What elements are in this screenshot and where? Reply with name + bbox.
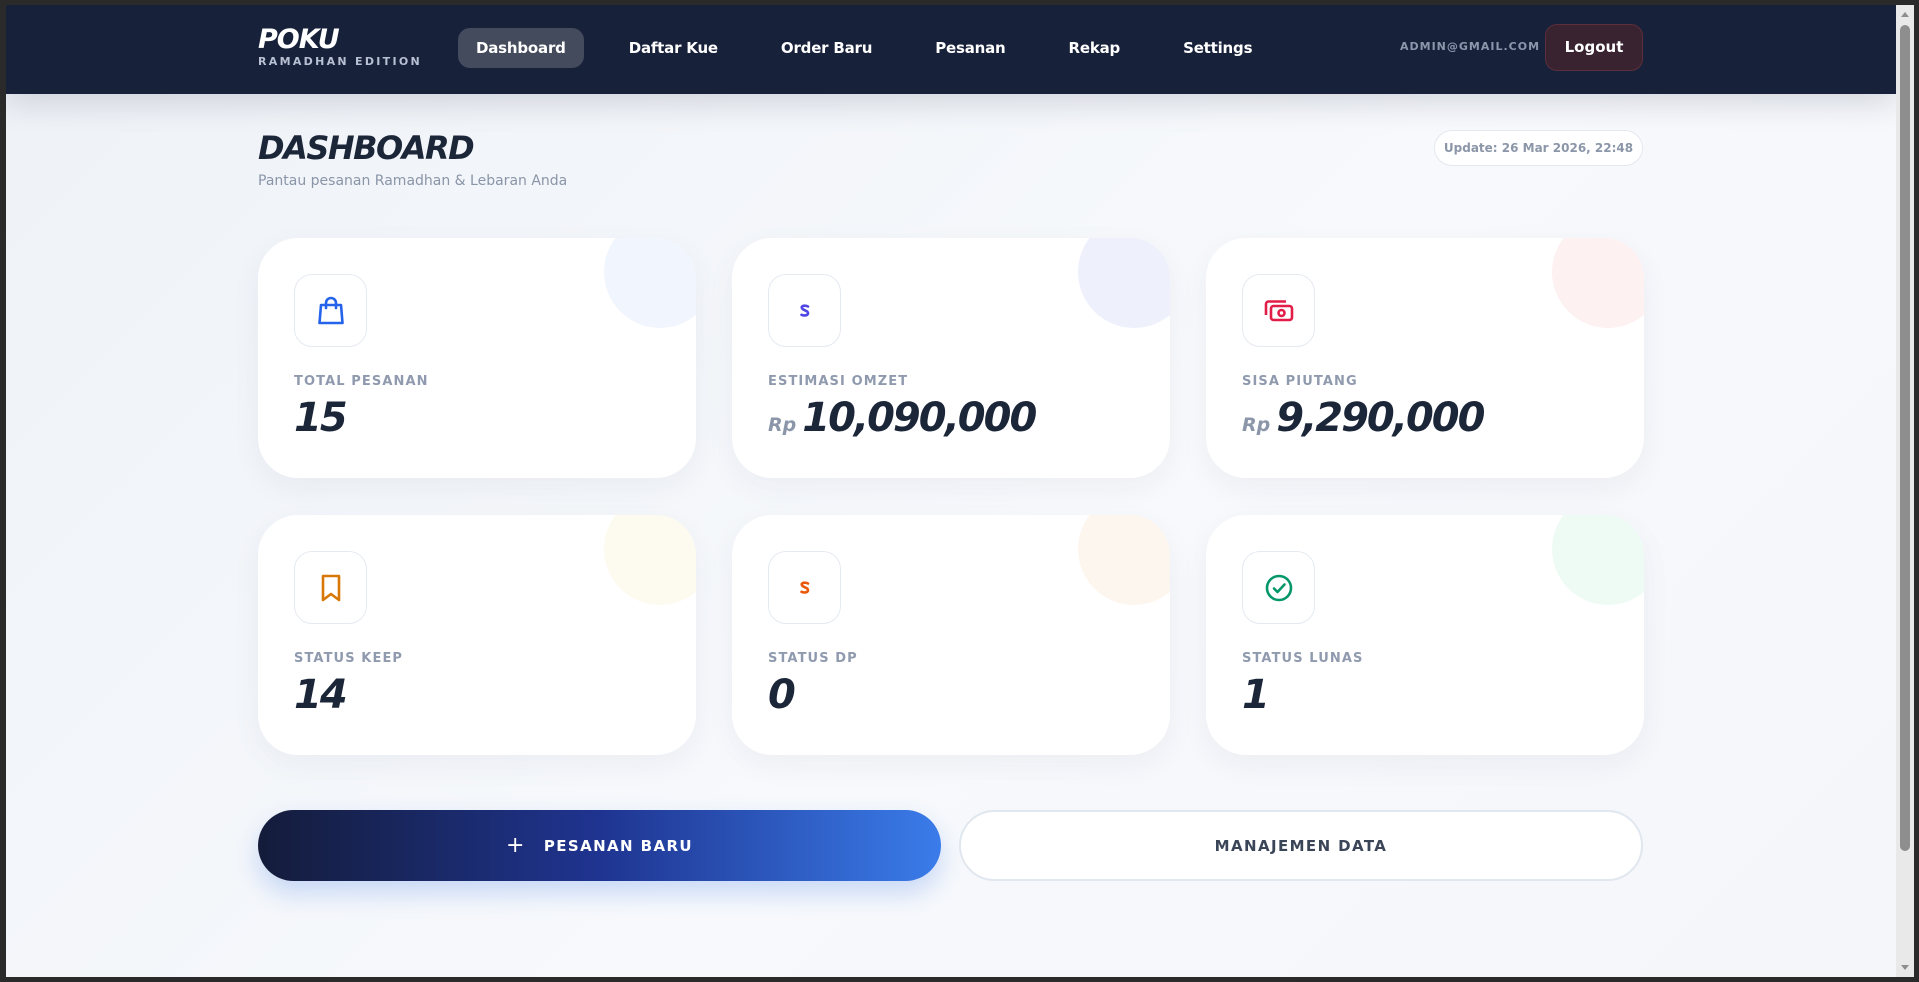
card-decor-circle [1078, 238, 1170, 328]
nav-item-daftar-kue[interactable]: Daftar Kue [611, 28, 736, 68]
card-value: 14 [294, 672, 348, 718]
card-icon-box [294, 274, 367, 347]
nav-item-dashboard[interactable]: Dashboard [458, 28, 584, 68]
stat-card-status-dp: STATUS DP 0 [732, 515, 1170, 755]
card-value-number: 14 [294, 672, 348, 718]
stat-card-estimasi-omzet: ESTIMASI OMZET Rp 10,090,000 [732, 238, 1170, 478]
card-value-number: 1 [1242, 672, 1270, 718]
card-label: ESTIMASI OMZET [768, 374, 909, 389]
new-order-label: PESANAN BARU [543, 836, 693, 855]
card-decor-circle [1552, 238, 1644, 328]
card-value: 1 [1242, 672, 1270, 718]
card-value: 15 [294, 395, 348, 441]
currency-prefix: Rp [768, 414, 797, 436]
page-subtitle: Pantau pesanan Ramadhan & Lebaran Anda [258, 173, 568, 189]
scroll-up-icon[interactable] [1901, 12, 1909, 17]
shopping-bag-icon [317, 296, 344, 324]
card-decor-circle [1552, 515, 1644, 605]
plus-icon: + [505, 833, 526, 858]
card-decor-circle [1078, 515, 1170, 605]
card-decor-circle [604, 238, 696, 328]
card-icon-box [768, 551, 841, 624]
card-decor-circle [604, 515, 696, 605]
main-nav: Dashboard Daftar Kue Order Baru Pesanan … [458, 28, 1297, 68]
manage-data-button[interactable]: MANAJEMEN DATA [959, 810, 1643, 881]
page-viewport: POKU RAMADHAN EDITION Dashboard Daftar K… [6, 5, 1896, 977]
card-label: STATUS LUNAS [1242, 651, 1364, 666]
check-circle-icon [1265, 574, 1292, 601]
card-value-number: 10,090,000 [802, 395, 1037, 441]
card-label: STATUS DP [768, 651, 858, 666]
currency-prefix: Rp [1242, 414, 1271, 436]
nav-item-settings[interactable]: Settings [1165, 28, 1270, 68]
nav-item-rekap[interactable]: Rekap [1051, 28, 1139, 68]
brand-name: POKU [258, 24, 340, 55]
nav-item-pesanan[interactable]: Pesanan [917, 28, 1023, 68]
vertical-scrollbar[interactable] [1896, 5, 1914, 977]
stat-card-total-pesanan: TOTAL PESANAN 15 [258, 238, 696, 478]
stat-card-sisa-piutang: SISA PIUTANG Rp 9,290,000 [1206, 238, 1644, 478]
card-icon-box [294, 551, 367, 624]
scroll-down-icon[interactable] [1901, 965, 1909, 970]
dollar-icon [799, 580, 809, 594]
brand-logo[interactable]: POKU RAMADHAN EDITION [258, 24, 423, 69]
browser-window: POKU RAMADHAN EDITION Dashboard Daftar K… [0, 0, 1919, 982]
card-value: Rp 9,290,000 [1242, 395, 1485, 441]
card-icon-box [1242, 551, 1315, 624]
card-value-number: 0 [768, 672, 796, 718]
money-icon [1264, 299, 1293, 321]
logout-button[interactable]: Logout [1545, 24, 1643, 71]
card-label: TOTAL PESANAN [294, 374, 429, 389]
nav-item-order-baru[interactable]: Order Baru [763, 28, 890, 68]
scroll-thumb[interactable] [1900, 25, 1910, 851]
page-title: DASHBOARD [258, 129, 475, 167]
stat-card-status-keep: STATUS KEEP 14 [258, 515, 696, 755]
card-value: 0 [768, 672, 796, 718]
update-timestamp-badge: Update: 26 Mar 2026, 22:48 [1434, 130, 1643, 166]
brand-subtitle: RAMADHAN EDITION [258, 55, 423, 68]
top-navbar: POKU RAMADHAN EDITION Dashboard Daftar K… [6, 5, 1896, 94]
card-label: SISA PIUTANG [1242, 374, 1358, 389]
stat-card-status-lunas: STATUS LUNAS 1 [1206, 515, 1644, 755]
card-value: Rp 10,090,000 [768, 395, 1037, 441]
card-icon-box [768, 274, 841, 347]
card-value-number: 15 [294, 395, 348, 441]
new-order-button[interactable]: + PESANAN BARU [258, 810, 941, 881]
card-icon-box [1242, 274, 1315, 347]
bookmark-icon [321, 574, 340, 601]
card-value-number: 9,290,000 [1276, 395, 1485, 441]
user-email: ADMIN@GMAIL.COM [1400, 40, 1541, 53]
dollar-icon [799, 303, 809, 317]
card-label: STATUS KEEP [294, 651, 404, 666]
